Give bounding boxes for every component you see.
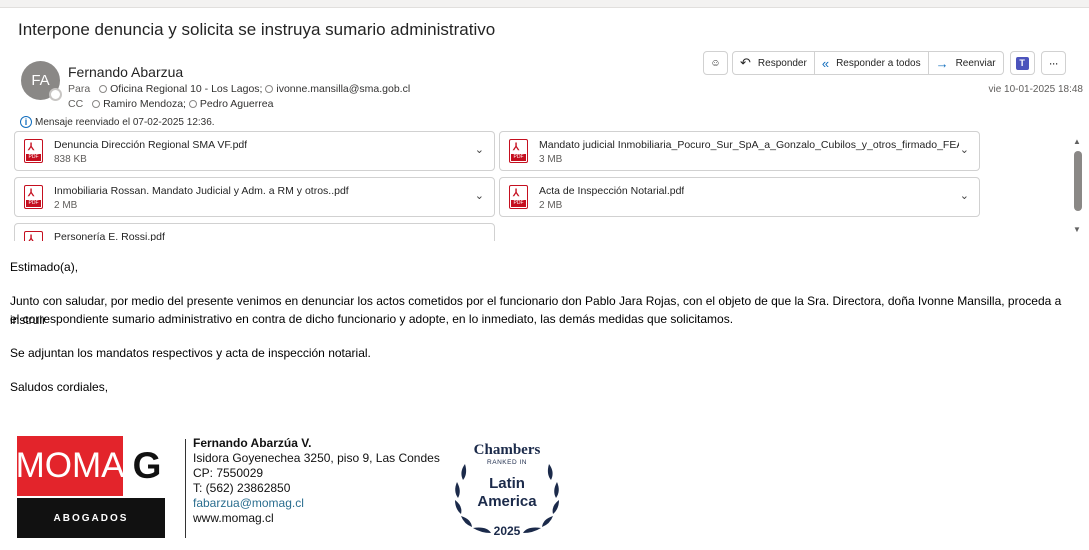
reply-arrow-icon: ↶ <box>740 55 751 70</box>
reply-label: Responder <box>757 57 807 69</box>
attachment-name: Denuncia Dirección Regional SMA VF.pdf <box>54 139 248 151</box>
pdf-file-icon: ⅄PDF <box>24 139 43 163</box>
attachment-size: 2 MB <box>54 200 78 211</box>
chevron-down-icon[interactable]: ⌄ <box>960 189 969 202</box>
chevron-down-icon[interactable]: ⌄ <box>475 189 484 202</box>
reply-button[interactable]: ↶ Responder <box>732 51 815 75</box>
attachment-name: Inmobiliaria Rossan. Mandato Judicial y … <box>54 185 349 197</box>
logo-g-text: G <box>132 445 162 486</box>
chambers-region-2: America <box>477 493 537 510</box>
presence-circle-icon <box>188 100 197 108</box>
forwarded-notice-text: Mensaje reenviado el 07-02-2025 12:36. <box>35 116 215 128</box>
logo-main-text: MOMA <box>16 436 124 496</box>
body-greeting: Estimado(a), <box>10 260 79 274</box>
chambers-brand: Chambers <box>473 442 541 458</box>
presence-status-icon <box>49 88 62 101</box>
more-icon: ··· <box>1048 56 1059 70</box>
attachments-scrollbar[interactable] <box>1074 151 1082 211</box>
attachment-name: Mandato judicial Inmobiliaria_Pocuro_Sur… <box>539 139 959 151</box>
window-top-bar <box>0 0 1089 8</box>
emoji-icon: ☺ <box>710 57 721 69</box>
chevron-down-icon[interactable]: ⌄ <box>475 143 484 156</box>
attachment-name: Personería E. Rossi.pdf <box>54 231 165 241</box>
to-label: Para <box>68 83 91 95</box>
signature-cp: CP: 7550029 <box>193 466 264 480</box>
recipient-cc-1[interactable]: Ramiro Mendoza; <box>103 98 186 110</box>
avatar-initials: FA <box>31 72 50 89</box>
teams-icon: T <box>1015 56 1029 70</box>
moma-logo: MOMA G ABOGADOS <box>16 436 165 538</box>
chevron-down-icon[interactable]: ⌄ <box>960 143 969 156</box>
more-actions-button[interactable]: ··· <box>1040 51 1066 75</box>
attachment-name: Acta de Inspección Notarial.pdf <box>539 185 685 197</box>
chevron-down-icon[interactable]: ⌄ <box>475 235 484 241</box>
body-closing: Saludos cordiales, <box>10 380 109 394</box>
attachment-card[interactable]: ⅄ PDF Mandato judicial Inmobiliaria_Pocur… <box>499 131 980 171</box>
reply-all-button[interactable]: « Responder a todos <box>813 51 929 75</box>
to-recipients-line: Para Oficina Regional 10 - Los Lagos; iv… <box>68 83 410 95</box>
presence-circle-icon <box>265 85 274 93</box>
reaction-button[interactable]: ☺ <box>703 51 728 75</box>
signature-address: Isidora Goyenechea 3250, piso 9, Las Con… <box>193 451 440 465</box>
forward-arrow-icon: → <box>935 55 949 71</box>
teams-share-button[interactable]: T <box>1009 51 1035 75</box>
cc-label: CC <box>68 98 84 110</box>
reply-all-icon: « <box>821 55 830 71</box>
forward-button[interactable]: → Reenviar <box>927 51 1004 75</box>
scroll-up-arrow[interactable]: ▲ <box>1073 137 1081 146</box>
signature-name: Fernando Abarzúa V. <box>193 436 312 450</box>
pdf-file-icon: ⅄PDF <box>509 185 528 209</box>
pdf-file-icon: ⅄PDF <box>24 185 43 209</box>
info-icon: i <box>20 116 32 128</box>
pdf-file-icon: ⅄PDF <box>24 231 43 241</box>
signature-web-link[interactable]: www.momag.cl <box>193 511 440 526</box>
chambers-region-1: Latin <box>489 475 525 492</box>
recipient-to-1[interactable]: Oficina Regional 10 - Los Lagos; <box>110 83 262 95</box>
signature-email-link[interactable]: fabarzua@momag.cl <box>193 496 440 511</box>
forwarded-notice: i Mensaje reenviado el 07-02-2025 12:36. <box>20 116 215 128</box>
presence-circle-icon <box>92 100 101 108</box>
attachment-size: 2 MB <box>539 200 563 211</box>
logo-sub-text: ABOGADOS <box>17 498 165 538</box>
signature-divider <box>185 439 186 538</box>
attachment-card[interactable]: ⅄PDF Personería E. Rossi.pdf ⌄ <box>14 223 495 241</box>
chambers-year: 2025 <box>493 524 521 538</box>
attachment-card[interactable]: ⅄ PDF Denuncia Dirección Regional SMA VF.… <box>14 131 495 171</box>
forward-label: Reenviar <box>955 57 996 69</box>
received-date: vie 10-01-2025 18:48 <box>988 84 1083 95</box>
attachment-card[interactable]: ⅄ PDF Acta de Inspección Notarial.pdf 2 M… <box>499 177 980 217</box>
recipient-cc-2[interactable]: Pedro Aguerrea <box>200 98 274 110</box>
reply-all-label: Responder a todos <box>836 57 921 69</box>
cc-recipients-line: CC Ramiro Mendoza; Pedro Aguerrea <box>68 98 273 110</box>
pdf-file-icon: ⅄PDF <box>509 139 528 163</box>
recipient-to-2[interactable]: ivonne.mansilla@sma.gob.cl <box>276 83 410 95</box>
signature-block: Fernando Abarzúa V. Isidora Goyenechea 3… <box>193 436 440 526</box>
signature-phone: T: (562) 23862850 <box>193 481 291 495</box>
chambers-badge: Chambers RANKED IN Latin America 2025 <box>447 442 567 547</box>
body-paragraph-2: Se adjuntan los mandatos respectivos y a… <box>10 346 371 360</box>
attachment-size: 838 KB <box>54 154 87 165</box>
chambers-ranked: RANKED IN <box>487 459 527 466</box>
email-subject: Interpone denuncia y solicita se instruy… <box>18 20 496 39</box>
attachment-size: 3 MB <box>539 154 563 165</box>
sender-name[interactable]: Fernando Abarzua <box>68 64 183 80</box>
presence-circle-icon <box>99 85 108 93</box>
message-toolbar: ☺ ↶ Responder « Responder a todos → Reen… <box>703 51 1066 75</box>
attachment-card[interactable]: ⅄ PDF Inmobiliaria Rossan. Mandato Judici… <box>14 177 495 217</box>
scroll-down-arrow[interactable]: ▼ <box>1073 225 1081 234</box>
body-paragraph-1-line-2: el correspondiente sumario administrativ… <box>10 312 734 326</box>
attachments-well: ⅄ PDF Denuncia Dirección Regional SMA VF.… <box>14 131 1076 241</box>
